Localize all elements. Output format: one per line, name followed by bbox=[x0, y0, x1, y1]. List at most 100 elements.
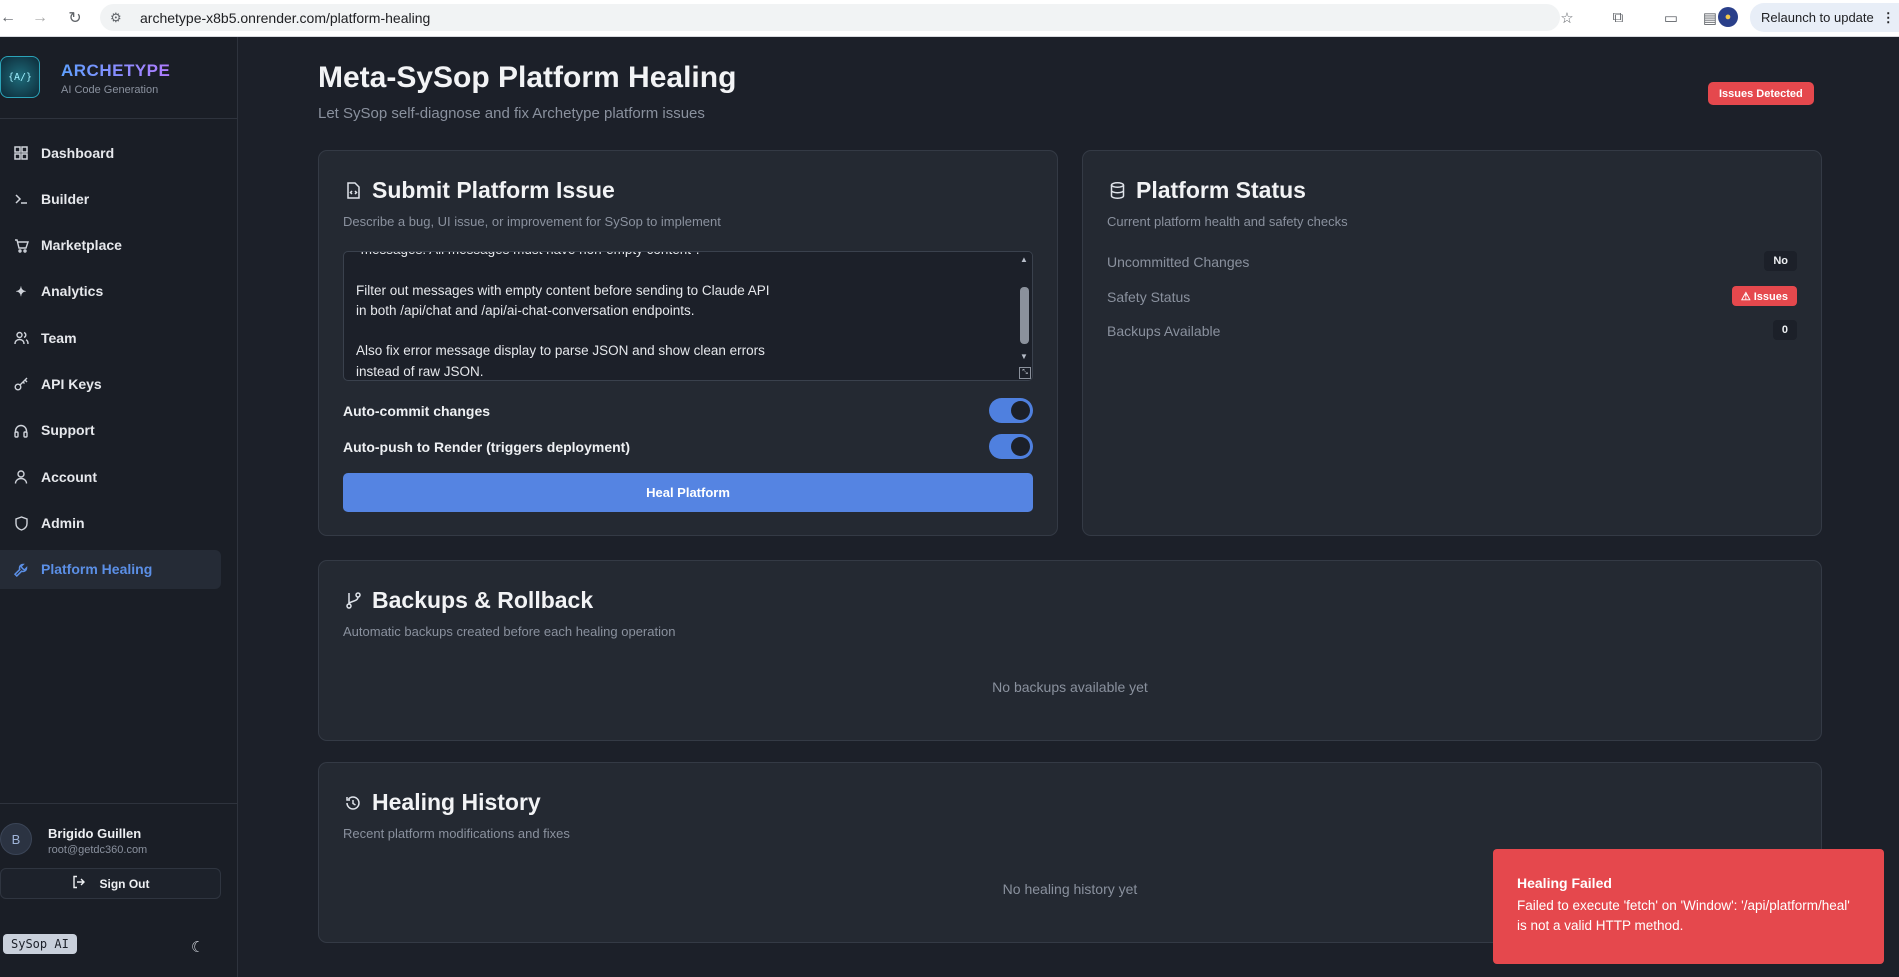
status-row-backups: Backups Available 0 bbox=[1107, 320, 1797, 342]
avatar[interactable]: B bbox=[0, 823, 32, 855]
status-badge: No bbox=[1764, 251, 1797, 271]
backups-card-title: Backups & Rollback bbox=[372, 587, 594, 613]
card-title: Healing History bbox=[343, 789, 541, 816]
auto-push-toggle[interactable] bbox=[989, 434, 1033, 459]
submit-card-title: Submit Platform Issue bbox=[372, 177, 615, 203]
status-row-safety: Safety Status ⚠ Issues bbox=[1107, 286, 1797, 308]
toast-title: Healing Failed bbox=[1517, 875, 1612, 891]
history-card-title: Healing History bbox=[372, 789, 541, 815]
toggle-knob bbox=[1011, 437, 1030, 456]
sidebar-item-analytics[interactable]: ✦ Analytics bbox=[0, 272, 221, 311]
wrench-icon bbox=[13, 562, 29, 578]
error-toast[interactable]: Healing Failed Failed to execute 'fetch'… bbox=[1493, 849, 1884, 964]
sidebar-item-builder[interactable]: Builder bbox=[0, 179, 221, 218]
sidebar-item-platform-healing[interactable]: Platform Healing bbox=[0, 549, 221, 589]
auto-push-row: Auto-push to Render (triggers deployment… bbox=[343, 434, 1033, 460]
sidebar-item-account[interactable]: Account bbox=[0, 457, 221, 496]
page-title: Meta-SySop Platform Healing bbox=[318, 61, 737, 94]
address-bar[interactable]: ⚙ archetype-x8b5.onrender.com/platform-h… bbox=[100, 4, 1560, 31]
user-email: root@getdc360.com bbox=[48, 844, 148, 856]
back-icon[interactable]: ← bbox=[0, 4, 22, 32]
status-badge: 0 bbox=[1772, 320, 1797, 340]
card-description: Describe a bug, UI issue, or improvement… bbox=[343, 214, 721, 229]
relaunch-label: Relaunch to update bbox=[1761, 10, 1874, 25]
issue-textarea-text: "messages: All messages must have non-em… bbox=[356, 252, 770, 379]
heal-platform-button[interactable]: Heal Platform bbox=[343, 473, 1033, 512]
sidebar-item-label: Marketplace bbox=[41, 237, 122, 254]
auto-commit-label: Auto-commit changes bbox=[343, 403, 491, 419]
status-card-title: Platform Status bbox=[1136, 177, 1306, 203]
users-icon bbox=[13, 330, 29, 346]
sidebar-item-label: Builder bbox=[41, 190, 90, 207]
scroll-down-icon[interactable]: ▼ bbox=[1020, 352, 1028, 361]
card-description: Recent platform modifications and fixes bbox=[343, 826, 570, 841]
scroll-up-icon[interactable]: ▲ bbox=[1020, 255, 1028, 264]
brand-subtitle: AI Code Generation bbox=[61, 84, 159, 96]
auto-commit-toggle[interactable] bbox=[989, 398, 1033, 423]
sidebar-item-label: API Keys bbox=[41, 375, 102, 392]
reading-list-icon[interactable]: ▤ bbox=[1700, 4, 1720, 31]
user-name: Brigido Guillen bbox=[48, 826, 142, 841]
browser-menu-icon[interactable]: ⋮ bbox=[1882, 10, 1895, 26]
logout-icon bbox=[72, 875, 86, 892]
cast-icon[interactable]: ▭ bbox=[1661, 4, 1681, 31]
brand-header: {A/} ARCHETYPE AI Code Generation bbox=[0, 37, 238, 119]
forward-icon[interactable]: → bbox=[26, 4, 54, 32]
site-settings-icon[interactable]: ⚙ bbox=[110, 10, 126, 26]
app-root: {A/} ARCHETYPE AI Code Generation Dashbo… bbox=[0, 37, 1899, 977]
status-row-uncommitted: Uncommitted Changes No bbox=[1107, 251, 1797, 273]
sidebar-item-label: Admin bbox=[41, 514, 85, 531]
scrollbar-thumb[interactable] bbox=[1020, 287, 1029, 344]
main-content: Meta-SySop Platform Healing Let SySop se… bbox=[239, 37, 1899, 977]
url-text: archetype-x8b5.onrender.com/platform-hea… bbox=[140, 9, 431, 26]
sparkles-icon: ✦ bbox=[15, 283, 27, 299]
platform-status-card: Platform Status Current platform health … bbox=[1082, 150, 1822, 536]
logo-text: {A/} bbox=[7, 71, 33, 83]
sidebar-item-label: Dashboard bbox=[41, 144, 115, 161]
sidebar-item-label: Account bbox=[41, 468, 97, 485]
extensions-icon[interactable]: ⧉ bbox=[1608, 4, 1628, 31]
profile-avatar-icon[interactable]: ● bbox=[1718, 7, 1738, 27]
sidebar-item-marketplace[interactable]: Marketplace bbox=[0, 226, 221, 265]
cart-icon bbox=[13, 238, 29, 254]
sidebar-item-team[interactable]: Team bbox=[0, 318, 221, 357]
bookmark-star-icon[interactable]: ☆ bbox=[1557, 4, 1577, 31]
issue-textarea[interactable]: "messages: All messages must have non-em… bbox=[343, 251, 1033, 381]
sidebar-item-support[interactable]: Support bbox=[0, 411, 221, 450]
sidebar-item-api-keys[interactable]: API Keys bbox=[0, 364, 221, 403]
sidebar-item-label: Team bbox=[41, 329, 77, 346]
relaunch-button[interactable]: Relaunch to update ⋮ bbox=[1750, 3, 1899, 32]
sign-out-button[interactable]: Sign Out bbox=[0, 868, 221, 899]
empty-state: No backups available yet bbox=[992, 679, 1148, 695]
card-description: Automatic backups created before each he… bbox=[343, 624, 676, 639]
terminal-icon bbox=[13, 191, 29, 207]
sidebar-item-admin[interactable]: Admin bbox=[0, 503, 221, 542]
sign-out-label: Sign Out bbox=[99, 876, 150, 891]
status-label: Backups Available bbox=[1107, 323, 1221, 339]
brand-name: ARCHETYPE bbox=[61, 61, 171, 80]
status-badge: ⚠ Issues bbox=[1731, 286, 1797, 306]
git-branch-icon bbox=[343, 591, 363, 611]
history-icon bbox=[343, 793, 363, 813]
status-badge: Issues Detected bbox=[1708, 82, 1814, 105]
user-panel: B Brigido Guillen root@getdc360.com Sign… bbox=[0, 803, 238, 977]
shield-icon bbox=[13, 515, 29, 531]
headphones-icon bbox=[13, 423, 29, 439]
file-code-icon bbox=[343, 181, 363, 201]
sidebar-item-dashboard[interactable]: Dashboard bbox=[0, 133, 221, 172]
card-title: Backups & Rollback bbox=[343, 587, 593, 614]
sysop-ai-badge[interactable]: SySop AI bbox=[3, 934, 77, 954]
theme-toggle-moon-icon[interactable]: ☾ bbox=[191, 938, 204, 956]
backups-card: Backups & Rollback Automatic backups cre… bbox=[318, 560, 1822, 741]
sidebar-nav: Dashboard Builder Marketplace ✦ Analytic… bbox=[0, 133, 238, 596]
resize-handle-icon[interactable]: ⤡ bbox=[1019, 367, 1031, 379]
card-title: Platform Status bbox=[1107, 177, 1306, 204]
textarea-scrollbar[interactable]: ▲ ▼ bbox=[1017, 252, 1032, 380]
auto-push-label: Auto-push to Render (triggers deployment… bbox=[343, 439, 630, 455]
archetype-logo[interactable]: {A/} bbox=[0, 56, 40, 98]
page-subtitle: Let SySop self-diagnose and fix Archetyp… bbox=[318, 105, 705, 122]
reload-icon[interactable]: ↻ bbox=[61, 4, 89, 32]
status-label: Safety Status bbox=[1107, 289, 1191, 305]
user-icon bbox=[13, 469, 29, 485]
auto-commit-row: Auto-commit changes bbox=[343, 398, 1033, 424]
